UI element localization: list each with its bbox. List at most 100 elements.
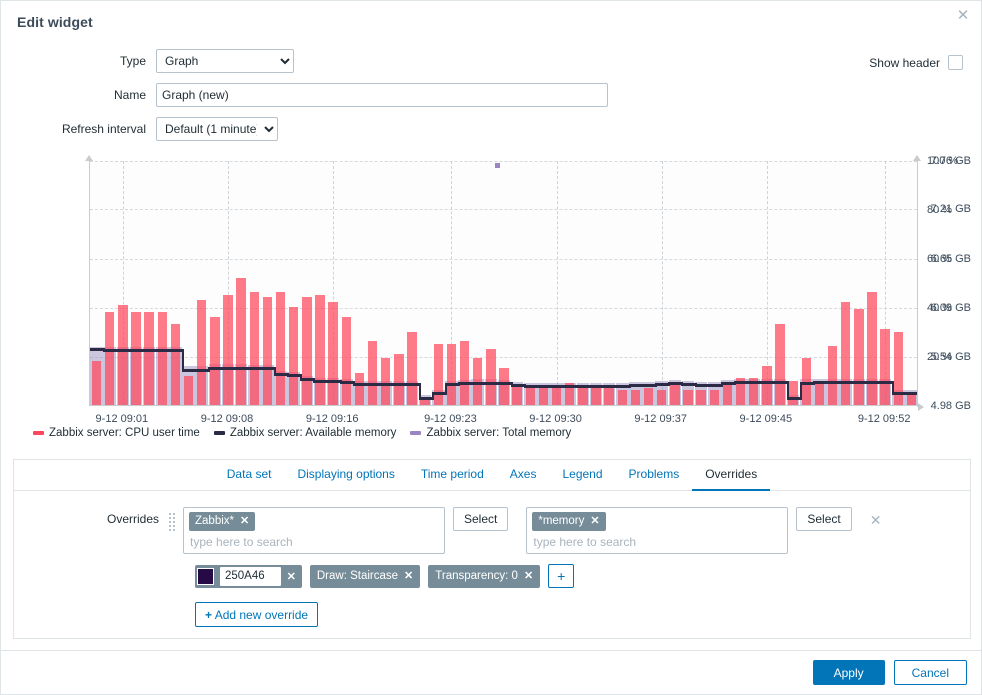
tab-overrides[interactable]: Overrides <box>692 460 771 491</box>
page-title: Edit widget <box>17 14 93 30</box>
available-memory-step <box>668 382 683 386</box>
edit-widget-dialog: Edit widget ✕ Type Graph Name Refresh in… <box>0 0 982 695</box>
available-memory-step-riser <box>274 367 276 376</box>
legend-item[interactable]: Zabbix server: Total memory <box>410 427 571 439</box>
available-memory-step-riser <box>431 392 434 401</box>
remove-transparency-attribute-icon[interactable]: ✕ <box>524 569 533 583</box>
chart-plot-area <box>89 161 917 406</box>
available-memory-step <box>497 382 512 386</box>
available-memory-step-riser <box>865 380 868 384</box>
available-memory-step <box>628 384 643 388</box>
available-memory-step <box>116 348 131 352</box>
item-select-button[interactable]: Select <box>796 507 852 531</box>
color-swatch[interactable] <box>197 567 214 585</box>
apply-button[interactable]: Apply <box>812 660 885 685</box>
chart-bar <box>433 343 443 405</box>
available-memory-step-riser <box>405 383 408 387</box>
available-memory-step-riser <box>563 385 566 389</box>
grid-line-vertical <box>556 161 558 405</box>
show-header-checkbox[interactable] <box>948 55 963 70</box>
item-pattern-chip: *memory ✕ <box>532 512 606 531</box>
available-memory-step-riser <box>221 366 224 370</box>
refresh-interval-select[interactable]: Default (1 minute) <box>156 117 278 141</box>
available-memory-step-riser <box>615 385 618 389</box>
host-pattern-chip-label: Zabbix* <box>195 515 234 527</box>
chart-bar <box>157 311 167 405</box>
chart-bar <box>762 365 772 405</box>
available-memory-step <box>195 369 209 373</box>
remove-host-chip-icon[interactable]: ✕ <box>240 514 249 528</box>
name-input[interactable] <box>156 83 608 107</box>
x-axis-tick-label: 9-12 09:01 <box>95 413 149 425</box>
remove-color-attribute-icon[interactable]: ✕ <box>287 570 296 583</box>
tab-axes[interactable]: Axes <box>497 460 550 491</box>
type-select[interactable]: Graph <box>156 49 294 73</box>
available-memory-step <box>168 348 183 352</box>
chart-bar <box>499 368 509 405</box>
available-memory-step-riser <box>195 369 198 373</box>
tab-data-set[interactable]: Data set <box>214 460 285 491</box>
available-memory-step-riser <box>602 385 605 389</box>
available-memory-step <box>260 367 275 371</box>
tab-displaying-options[interactable]: Displaying options <box>284 460 407 491</box>
cancel-button[interactable]: Cancel <box>893 660 967 685</box>
available-memory-step <box>615 385 630 389</box>
available-memory-step <box>313 379 328 383</box>
available-memory-step <box>681 383 696 387</box>
available-memory-step <box>444 383 459 387</box>
available-memory-step-riser <box>155 348 158 352</box>
host-pattern-multiselect[interactable]: Zabbix* ✕ <box>183 507 445 554</box>
remove-override-icon[interactable]: ✕ <box>870 512 882 529</box>
chart-bar <box>249 292 259 405</box>
chart-bar <box>170 324 181 405</box>
legend-item[interactable]: Zabbix server: CPU user time <box>33 427 200 439</box>
add-attribute-button[interactable]: + <box>548 564 575 588</box>
remove-item-chip-icon[interactable]: ✕ <box>590 514 599 528</box>
legend-swatch-icon <box>213 431 225 435</box>
chart-bar <box>420 400 430 405</box>
y-axis-tick-label: 4.98 GB <box>930 400 971 412</box>
tab-problems[interactable]: Problems <box>616 460 693 491</box>
chart-bar <box>91 360 102 405</box>
form-row-type: Type Graph <box>1 49 981 73</box>
available-memory-step <box>103 348 117 352</box>
tab-bar: Data set Displaying options Time period Axe… <box>14 460 970 491</box>
chart-bar <box>236 277 246 405</box>
item-pattern-chip-label: *memory <box>538 515 585 527</box>
host-select-button[interactable]: Select <box>453 507 509 531</box>
chart-bar <box>315 294 325 405</box>
available-memory-step-riser <box>747 380 750 384</box>
chart-bar <box>538 387 549 405</box>
host-search-input[interactable] <box>189 531 439 550</box>
add-new-override-button[interactable]: + Add new override <box>195 602 319 627</box>
remove-draw-attribute-icon[interactable]: ✕ <box>404 569 413 583</box>
available-memory-step-riser <box>550 385 552 389</box>
color-value-input[interactable]: 250A46 <box>220 566 281 586</box>
available-memory-step-riser <box>510 382 513 388</box>
chart-bar <box>144 311 154 405</box>
item-pattern-multiselect[interactable]: *memory ✕ <box>526 507 789 554</box>
available-memory-step-riser <box>576 385 579 389</box>
tab-legend[interactable]: Legend <box>549 460 615 491</box>
x-axis-tick-label: 9-12 09:23 <box>424 413 477 425</box>
chart-bar <box>643 387 654 405</box>
override-drag-handle[interactable] <box>169 513 177 531</box>
available-memory-step <box>891 392 906 396</box>
available-memory-step-riser <box>734 380 736 386</box>
legend-item[interactable]: Zabbix server: Available memory <box>213 427 396 439</box>
item-search-input[interactable] <box>532 531 783 550</box>
type-label: Type <box>119 54 146 68</box>
close-icon[interactable]: ✕ <box>954 7 972 25</box>
total-memory-peak-marker <box>495 163 500 168</box>
grid-line-vertical <box>661 161 663 405</box>
chart-right-axis <box>917 161 918 407</box>
available-memory-step <box>550 385 564 389</box>
chart-bar <box>104 311 115 405</box>
available-memory-step-riser <box>392 383 395 387</box>
tab-time-period[interactable]: Time period <box>408 460 497 491</box>
x-axis-tick-label: 9-12 09:37 <box>634 413 688 425</box>
show-header-field: Show header <box>869 55 963 70</box>
chart-bar <box>683 390 693 405</box>
available-memory-step-riser <box>366 383 368 387</box>
available-memory-step <box>234 366 249 370</box>
